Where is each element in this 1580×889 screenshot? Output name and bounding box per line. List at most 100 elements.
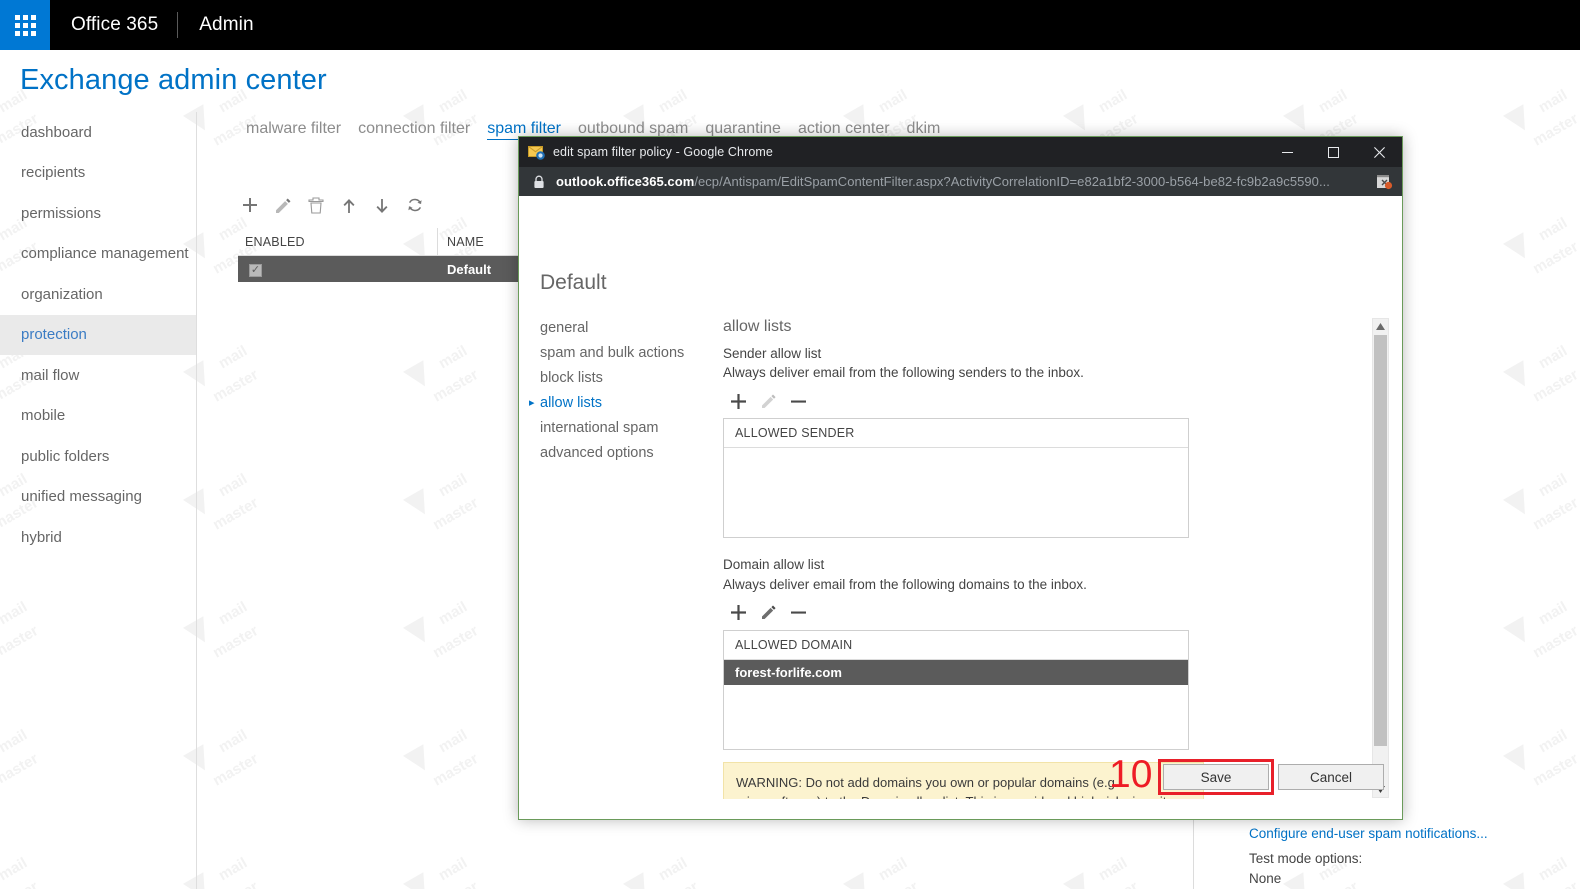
row-policy-name: Default: [447, 261, 492, 277]
dialog-nav-item-international-spam[interactable]: international spam: [540, 416, 725, 441]
edit-allowed-sender-button[interactable]: [759, 392, 777, 410]
edit-button[interactable]: [273, 196, 293, 216]
mail-policy-icon: [528, 144, 545, 161]
sidebar-item-label: protection: [21, 326, 87, 344]
refresh-button[interactable]: [405, 196, 425, 216]
new-button[interactable]: [240, 196, 260, 216]
domain-allow-list-description: Always deliver email from the following …: [723, 576, 1087, 592]
sidebar-item-label: hybrid: [21, 528, 62, 546]
dialog-scrollbar[interactable]: [1372, 318, 1389, 798]
lock-icon: [533, 175, 545, 189]
add-allowed-domain-button[interactable]: [729, 604, 747, 622]
watermark: ▼mailmaster: [1049, 854, 1141, 889]
allowed-domain-column-header: ALLOWED DOMAIN: [724, 631, 1188, 660]
close-icon[interactable]: [1356, 137, 1402, 167]
dialog-nav-item-advanced-options[interactable]: advanced options: [540, 441, 725, 466]
maximize-icon[interactable]: [1310, 137, 1356, 167]
remove-allowed-sender-button[interactable]: [789, 392, 807, 410]
tab-connection-filter[interactable]: connection filter: [358, 120, 470, 138]
url-path: /ecp/Antispam/EditSpamContentFilter.aspx…: [694, 174, 1330, 189]
sidebar-item-mobile[interactable]: mobile: [0, 396, 196, 437]
sidebar-item-permissions[interactable]: permissions: [0, 193, 196, 234]
scroll-up-arrow-icon[interactable]: [1373, 319, 1388, 334]
sidebar-item-organization[interactable]: organization: [0, 274, 196, 315]
url-text: outlook.office365.com/ecp/Antispam/EditS…: [556, 174, 1372, 189]
sidebar-item-label: mobile: [21, 407, 66, 425]
dialog-nav-item-general[interactable]: general: [540, 316, 725, 341]
eac-toolbar: [240, 196, 425, 216]
sender-allow-list-toolbar: [729, 392, 1383, 410]
sidebar-item-label: permissions: [21, 204, 102, 222]
watermark: ▼mailmaster: [389, 854, 481, 889]
allowed-sender-column-header: ALLOWED SENDER: [724, 419, 1188, 449]
chrome-url-bar[interactable]: outlook.office365.com/ecp/Antispam/EditS…: [519, 167, 1402, 196]
app-launcher-icon[interactable]: [0, 0, 50, 50]
allowed-sender-listbox[interactable]: ALLOWED SENDER: [723, 418, 1189, 539]
column-header-name: NAME: [447, 234, 484, 249]
suite-brand-label[interactable]: Office 365: [50, 14, 177, 36]
sidebar-item-protection[interactable]: protection: [0, 314, 196, 355]
step-number-annotation: 10: [1109, 753, 1153, 796]
sidebar-item-public-folders[interactable]: public folders: [0, 436, 196, 477]
suite-app-label[interactable]: Admin: [178, 14, 253, 36]
watermark: ▼mailmaster: [389, 470, 482, 534]
watermark: ▼mailmaster: [609, 854, 701, 889]
url-host: outlook.office365.com: [556, 174, 695, 189]
dialog-nav: generalspam and bulk actionsblock listsa…: [529, 316, 725, 466]
sidebar-item-compliance-management[interactable]: compliance management: [0, 234, 196, 275]
watermark: ▼mailmaster: [389, 726, 482, 790]
scrollbar-thumb[interactable]: [1374, 335, 1387, 746]
watermark: ▼mailmaster: [389, 342, 482, 406]
eac-sidebar: dashboard recipients permissions compliance…: [0, 112, 197, 889]
delete-button[interactable]: [306, 196, 326, 216]
allowed-domain-items[interactable]: forest-forlife.com: [724, 659, 1188, 749]
cancel-button[interactable]: Cancel: [1278, 764, 1384, 790]
sender-allow-list-label: Sender allow list: [723, 346, 822, 361]
column-header-enabled: ENABLED: [245, 234, 305, 249]
remove-allowed-domain-button[interactable]: [789, 604, 807, 622]
window-controls: [1264, 137, 1402, 167]
minimize-icon[interactable]: [1264, 137, 1310, 167]
dialog-policy-name: Default: [540, 271, 607, 294]
dialog-nav-item-allow-lists[interactable]: allow lists: [529, 391, 725, 416]
dialog-nav-item-block-lists[interactable]: block lists: [540, 366, 725, 391]
tab-malware-filter[interactable]: malware filter: [246, 120, 341, 138]
spam-filter-policy-dialog: Default general spam and bulk actions bloc…: [519, 196, 1402, 819]
sidebar-item-recipients[interactable]: recipients: [0, 153, 196, 194]
sidebar-item-mail-flow[interactable]: mail flow: [0, 355, 196, 396]
watermark: ▼mailmaster: [829, 854, 921, 889]
sidebar-item-hybrid[interactable]: hybrid: [0, 517, 196, 558]
sidebar-item-unified-messaging[interactable]: unified messaging: [0, 477, 196, 518]
sender-allow-list-description: Always deliver email from the following …: [723, 365, 1084, 381]
watermark: ▼mailmaster: [389, 598, 482, 662]
dialog-nav-item-spam-and-bulk-actions[interactable]: spam and bulk actions: [540, 341, 725, 366]
sidebar-item-label: public folders: [21, 447, 110, 465]
sidebar-item-label: recipients: [21, 164, 86, 182]
watermark: ▼mailmaster: [389, 86, 482, 150]
move-up-button[interactable]: [339, 196, 359, 216]
allowed-sender-items[interactable]: [724, 448, 1188, 537]
chrome-title-bar[interactable]: edit spam filter policy - Google Chrome: [519, 137, 1402, 167]
move-down-button[interactable]: [372, 196, 392, 216]
list-item[interactable]: forest-forlife.com: [724, 659, 1188, 685]
chrome-popup-window: edit spam filter policy - Google Chrome: [518, 136, 1403, 820]
allowed-domain-listbox[interactable]: ALLOWED DOMAIN forest-forlife.com: [723, 629, 1189, 750]
chrome-window-title: edit spam filter policy - Google Chrome: [553, 145, 773, 159]
section-heading: allow lists: [723, 318, 792, 335]
dialog-footer: Save Cancel: [1158, 759, 1384, 795]
office-extension-icon[interactable]: [1372, 170, 1396, 194]
sidebar-item-label: mail flow: [21, 366, 80, 384]
sidebar-item-label: dashboard: [21, 123, 92, 141]
page-title: Exchange admin center: [20, 64, 327, 96]
row-enabled-checkbox[interactable]: ✓: [249, 264, 262, 277]
configure-end-user-spam-notifications-link[interactable]: Configure end-user spam notifications...: [1249, 823, 1488, 846]
domain-allow-list-toolbar: [729, 604, 1383, 622]
allow-lists-panel: allow lists Sender allow list Always del…: [723, 318, 1383, 799]
watermark: ▼mailmaster: [1489, 86, 1580, 150]
domain-allow-list-label: Domain allow list: [723, 557, 825, 573]
edit-allowed-domain-button[interactable]: [759, 604, 777, 622]
sidebar-item-dashboard[interactable]: dashboard: [0, 112, 196, 153]
add-allowed-sender-button[interactable]: [729, 392, 747, 410]
save-button[interactable]: Save: [1163, 764, 1269, 790]
sidebar-item-label: compliance management: [21, 245, 189, 263]
